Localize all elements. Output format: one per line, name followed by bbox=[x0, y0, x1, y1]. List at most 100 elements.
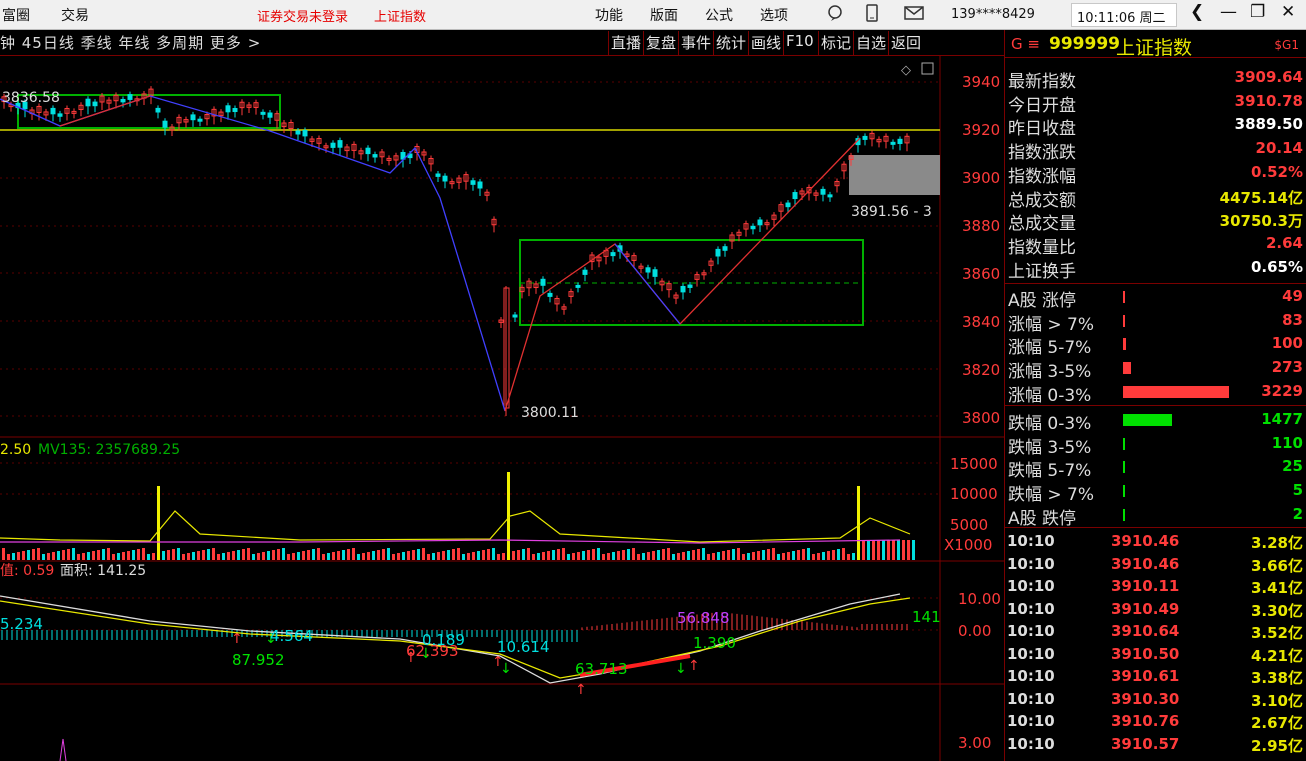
breadth-row: 跌幅 > 7% 5 bbox=[1005, 479, 1306, 505]
menu-app[interactable]: 富圈 bbox=[2, 5, 30, 25]
candle-body bbox=[197, 118, 203, 122]
volume-bar bbox=[247, 548, 250, 560]
breadth-bar bbox=[1123, 508, 1125, 521]
volume-bar bbox=[662, 549, 665, 560]
breadth-row: 涨幅 > 7% 83 bbox=[1005, 309, 1306, 335]
tool-draw[interactable]: 画线 bbox=[748, 31, 784, 55]
volume-bar bbox=[197, 551, 200, 560]
breadth-row: A股 涨停 49 bbox=[1005, 285, 1306, 311]
restore-icon[interactable]: ❐ bbox=[1250, 2, 1265, 22]
tool-events[interactable]: 事件 bbox=[678, 31, 714, 55]
volume-bar bbox=[67, 549, 70, 560]
login-notice[interactable]: 证券交易未登录 bbox=[257, 6, 348, 25]
volume-bar bbox=[317, 548, 320, 560]
volume-bar bbox=[617, 551, 620, 560]
volume-bar bbox=[407, 551, 410, 560]
volume-bar bbox=[167, 550, 170, 560]
index-badge[interactable]: $G1 bbox=[1274, 38, 1299, 52]
quote-label: 指数涨跌 bbox=[1008, 143, 1076, 164]
tick-volume: 2.67亿 bbox=[1250, 714, 1303, 732]
volume-bar bbox=[367, 552, 370, 560]
volume-bar bbox=[287, 554, 290, 560]
tick-volume: 4.21亿 bbox=[1250, 646, 1303, 665]
indicator-value: 141 bbox=[912, 608, 941, 626]
volume-bar bbox=[222, 553, 225, 560]
user-phone[interactable]: 139****8429 bbox=[951, 7, 1035, 22]
period-selector[interactable]: 钟 45日线 季线 年线 多周期 更多 > bbox=[0, 32, 261, 53]
menu-item-layout[interactable]: 版面 bbox=[650, 5, 678, 25]
tick-time: 10:10 bbox=[1007, 599, 1055, 618]
tool-mark[interactable]: 标记 bbox=[818, 31, 854, 55]
volume-bar bbox=[42, 554, 45, 560]
volume-bar bbox=[737, 548, 740, 560]
indicator-value: 1.390 bbox=[693, 634, 736, 652]
volume-bar bbox=[92, 551, 95, 560]
candle-body bbox=[757, 219, 763, 226]
tool-back[interactable]: 返回 bbox=[888, 31, 924, 55]
price-tick: 3880 bbox=[962, 217, 1000, 235]
volume-bar bbox=[17, 552, 20, 560]
volume-bar bbox=[652, 551, 655, 560]
quote-value: 0.52% bbox=[1250, 162, 1303, 181]
volume-bar bbox=[137, 549, 140, 560]
tool-f10[interactable]: F10 bbox=[783, 31, 817, 55]
breadth-row: 涨幅 0-3% 3229 bbox=[1005, 380, 1306, 406]
quote-row: 今日开盘 3910.78 bbox=[1005, 90, 1306, 116]
tick-row: 10:10 3910.50 4.21亿 bbox=[1005, 643, 1306, 665]
volume-bar bbox=[227, 552, 230, 560]
tick-price: 3910.50 bbox=[1111, 644, 1180, 663]
volume-bar bbox=[482, 550, 485, 560]
volume-bar bbox=[672, 554, 675, 560]
volume-bar bbox=[542, 552, 545, 560]
breadth-label: 跌幅 0-3% bbox=[1008, 414, 1092, 434]
tool-live[interactable]: 直播 bbox=[608, 31, 644, 55]
tick-row: 10:10 3910.64 3.52亿 bbox=[1005, 620, 1306, 642]
minimize-icon[interactable]: — bbox=[1220, 2, 1237, 22]
menu-item-function[interactable]: 功能 bbox=[595, 5, 623, 25]
phone-icon[interactable] bbox=[865, 4, 879, 26]
chat-icon[interactable] bbox=[826, 4, 844, 26]
candle-body bbox=[750, 225, 756, 230]
menu-item-formula[interactable]: 公式 bbox=[705, 5, 733, 25]
candle-body bbox=[442, 175, 448, 182]
volume-bar bbox=[597, 548, 600, 560]
tick-price: 3910.30 bbox=[1111, 689, 1180, 708]
candle-body bbox=[792, 192, 798, 200]
kline-chart[interactable]: 3836.58 3800.11 3891.56 - 3 ◇ 3940 3920 39… bbox=[0, 56, 1004, 761]
price-tick: 3860 bbox=[962, 265, 1000, 283]
group-icon[interactable]: G ≡ bbox=[1011, 35, 1040, 53]
tool-watchlist[interactable]: 自选 bbox=[853, 31, 889, 55]
breadth-row: 跌幅 3-5% 110 bbox=[1005, 432, 1306, 458]
volume-bar bbox=[147, 554, 150, 560]
volume-bar bbox=[97, 550, 100, 560]
mail-icon[interactable] bbox=[904, 6, 924, 24]
candle-body bbox=[127, 94, 133, 100]
volume-bar bbox=[782, 553, 785, 560]
tool-review[interactable]: 复盘 bbox=[643, 31, 679, 55]
volume-bar bbox=[882, 540, 885, 560]
quote-label: 指数量比 bbox=[1008, 237, 1076, 258]
volume-bar bbox=[272, 550, 275, 560]
tick-volume: 3.38亿 bbox=[1250, 669, 1303, 687]
close-icon[interactable]: ✕ bbox=[1281, 2, 1295, 22]
candle-body bbox=[897, 138, 903, 145]
volume-bar bbox=[7, 554, 10, 560]
tick-row: 10:10 3910.57 2.95亿 bbox=[1005, 733, 1306, 755]
volume-bar bbox=[122, 552, 125, 560]
volume-bar bbox=[677, 553, 680, 560]
volume-bar bbox=[592, 549, 595, 560]
volume-bar bbox=[352, 548, 355, 560]
indicator-value: 4.564 bbox=[270, 627, 313, 645]
back-icon[interactable]: ❮ bbox=[1190, 2, 1204, 22]
candle-body bbox=[330, 142, 336, 148]
candle-body bbox=[337, 140, 343, 148]
volume-bar bbox=[622, 550, 625, 560]
ind-label: 值: 0.59 bbox=[0, 563, 54, 579]
volume-bar bbox=[492, 548, 495, 560]
volume-bar bbox=[427, 554, 430, 560]
volume-bar bbox=[887, 540, 890, 560]
volume-bar bbox=[557, 549, 560, 560]
menu-item-options[interactable]: 选项 bbox=[760, 5, 788, 25]
candle-body bbox=[155, 107, 161, 113]
menu-trade[interactable]: 交易 bbox=[61, 5, 89, 25]
